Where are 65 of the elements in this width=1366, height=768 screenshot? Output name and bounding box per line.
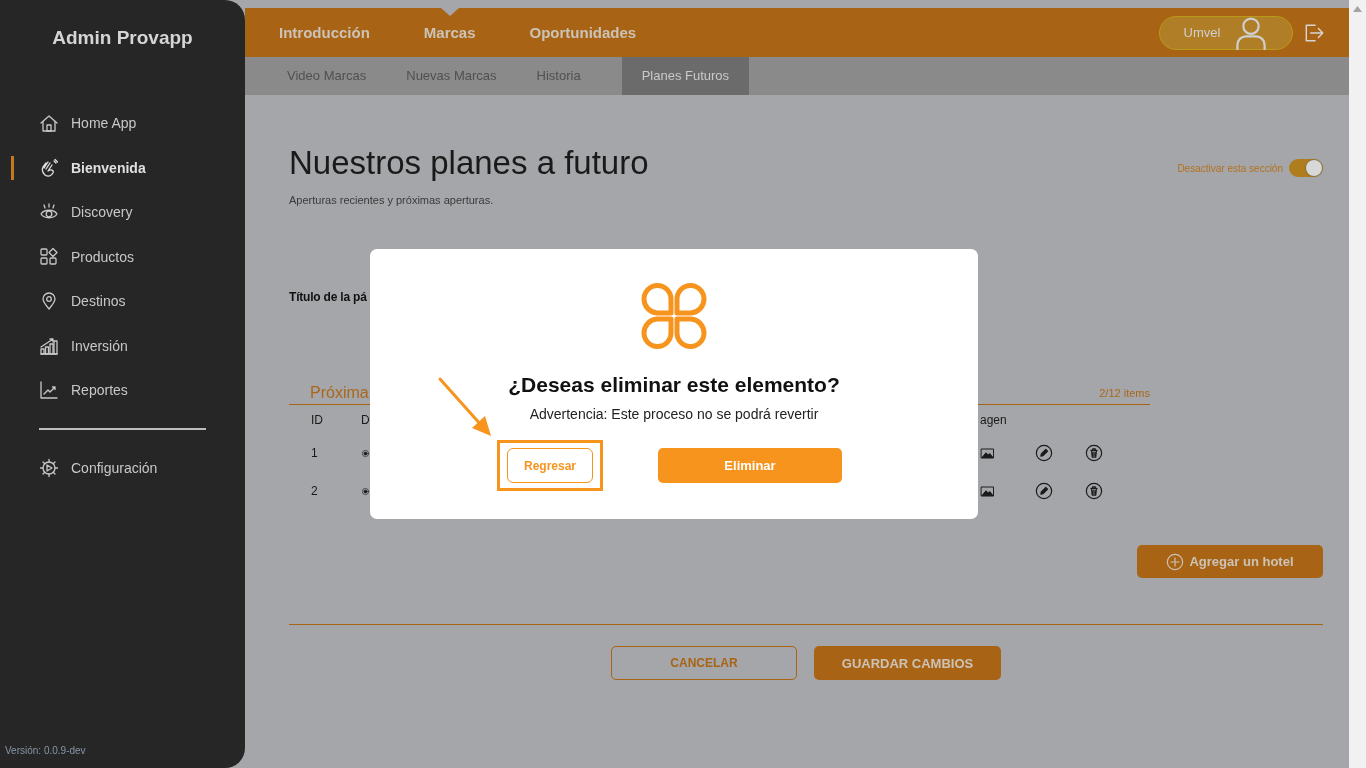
edit-icon bbox=[1035, 482, 1053, 500]
dialog-message: Advertencia: Este proceso no se podrá revertir bbox=[529, 405, 819, 423]
home-icon bbox=[39, 113, 59, 134]
field-label: Título de la pá bbox=[289, 289, 367, 305]
sidebar-item[interactable]: Configuración bbox=[0, 445, 245, 490]
sidebar-item[interactable]: Inversión bbox=[0, 323, 245, 368]
map-pin-icon bbox=[39, 291, 59, 312]
image-icon bbox=[980, 445, 995, 461]
top-nav-tab[interactable]: Introducción bbox=[279, 8, 370, 57]
sidebar-item-label: Productos bbox=[71, 248, 135, 265]
add-hotel-button[interactable]: Agregar un hotel bbox=[1137, 545, 1323, 578]
radio-icon bbox=[361, 486, 370, 496]
sub-nav-tab[interactable]: Video Marcas bbox=[267, 57, 387, 95]
table-cell: 1 bbox=[311, 446, 318, 460]
sidebar-item[interactable]: Destinos bbox=[0, 279, 245, 324]
sidebar-item-label: Destinos bbox=[71, 293, 126, 310]
column-header: agen bbox=[980, 413, 1007, 427]
list-title: Próxima bbox=[310, 384, 369, 402]
sidebar-item[interactable]: Discovery bbox=[0, 190, 245, 235]
shapes-grid-icon bbox=[39, 246, 59, 267]
sidebar-item[interactable]: Reportes bbox=[0, 368, 245, 413]
edit-icon bbox=[1035, 444, 1053, 462]
radio-icon bbox=[361, 448, 370, 458]
delete-icon bbox=[1085, 482, 1103, 500]
sidebar-item[interactable]: Home App bbox=[0, 101, 245, 146]
section-toggle[interactable] bbox=[1289, 159, 1323, 177]
app-title: Admin Provapp bbox=[52, 26, 193, 50]
sub-nav-tab[interactable]: Nuevas Marcas bbox=[386, 57, 517, 95]
sub-nav-tab[interactable]: Planes Futuros bbox=[621, 57, 750, 95]
page-title: Nuestros planes a futuro bbox=[289, 144, 649, 182]
table-cell: 2 bbox=[311, 484, 318, 498]
scroll-up-icon[interactable] bbox=[1353, 6, 1362, 12]
sidebar-item-label: Reportes bbox=[71, 382, 128, 399]
cancel-button[interactable]: CANCELAR bbox=[611, 646, 797, 680]
image-icon bbox=[980, 483, 995, 499]
scrollbar[interactable] bbox=[1349, 0, 1366, 768]
line-chart-icon bbox=[39, 380, 59, 401]
sidebar-item[interactable]: Productos bbox=[0, 234, 245, 279]
plus-circle-icon bbox=[1166, 552, 1185, 571]
sidebar-item-label: Discovery bbox=[71, 204, 133, 221]
sidebar-item-label: Home App bbox=[71, 115, 137, 132]
user-icon bbox=[1234, 15, 1269, 50]
top-nav-tab[interactable]: Oportunidades bbox=[529, 8, 637, 57]
delete-button[interactable]: Eliminar bbox=[658, 448, 842, 483]
user-pill[interactable]: Umvel bbox=[1159, 15, 1293, 50]
top-nav-tab[interactable]: Marcas bbox=[423, 8, 476, 57]
delete-icon bbox=[1085, 444, 1103, 462]
item-count: 2/12 items bbox=[1099, 387, 1150, 399]
sidebar-item-label: Bienvenida bbox=[71, 159, 146, 176]
column-header: ID bbox=[311, 413, 323, 427]
clover-logo-icon bbox=[640, 282, 708, 350]
sidebar-item-label: Configuración bbox=[71, 459, 158, 476]
dialog-title: ¿Deseas eliminar este elemento? bbox=[508, 372, 840, 398]
settings-icon bbox=[39, 457, 59, 478]
sidebar-item[interactable]: Bienvenida bbox=[0, 145, 245, 190]
column-header: D bbox=[361, 413, 370, 427]
sidebar-item-label: Inversión bbox=[71, 337, 128, 354]
bar-chart-icon bbox=[39, 335, 59, 356]
save-button[interactable]: GUARDAR CAMBIOS bbox=[814, 646, 1001, 680]
page-subtitle: Aperturas recientes y próximas aperturas. bbox=[289, 193, 494, 207]
version-label: Versión: 0.0.9-dev bbox=[5, 745, 86, 756]
hand-icon bbox=[39, 157, 59, 178]
toggle-label: Desactivar esta sección bbox=[1177, 162, 1283, 174]
back-button[interactable]: Regresar bbox=[507, 448, 593, 483]
sub-nav-tab[interactable]: Historia bbox=[516, 57, 601, 95]
